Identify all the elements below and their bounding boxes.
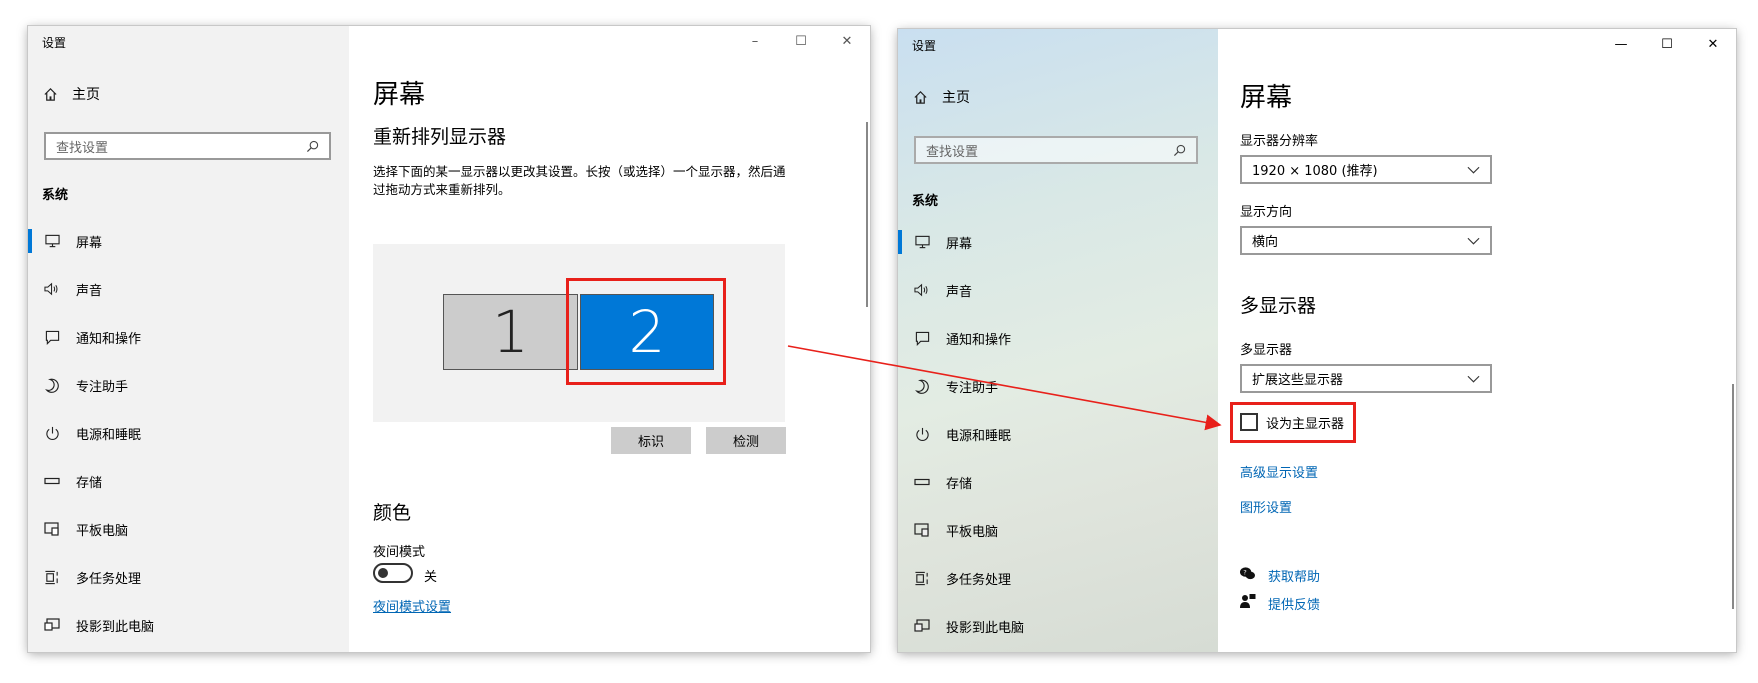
annotation-arrow [787, 345, 1222, 431]
